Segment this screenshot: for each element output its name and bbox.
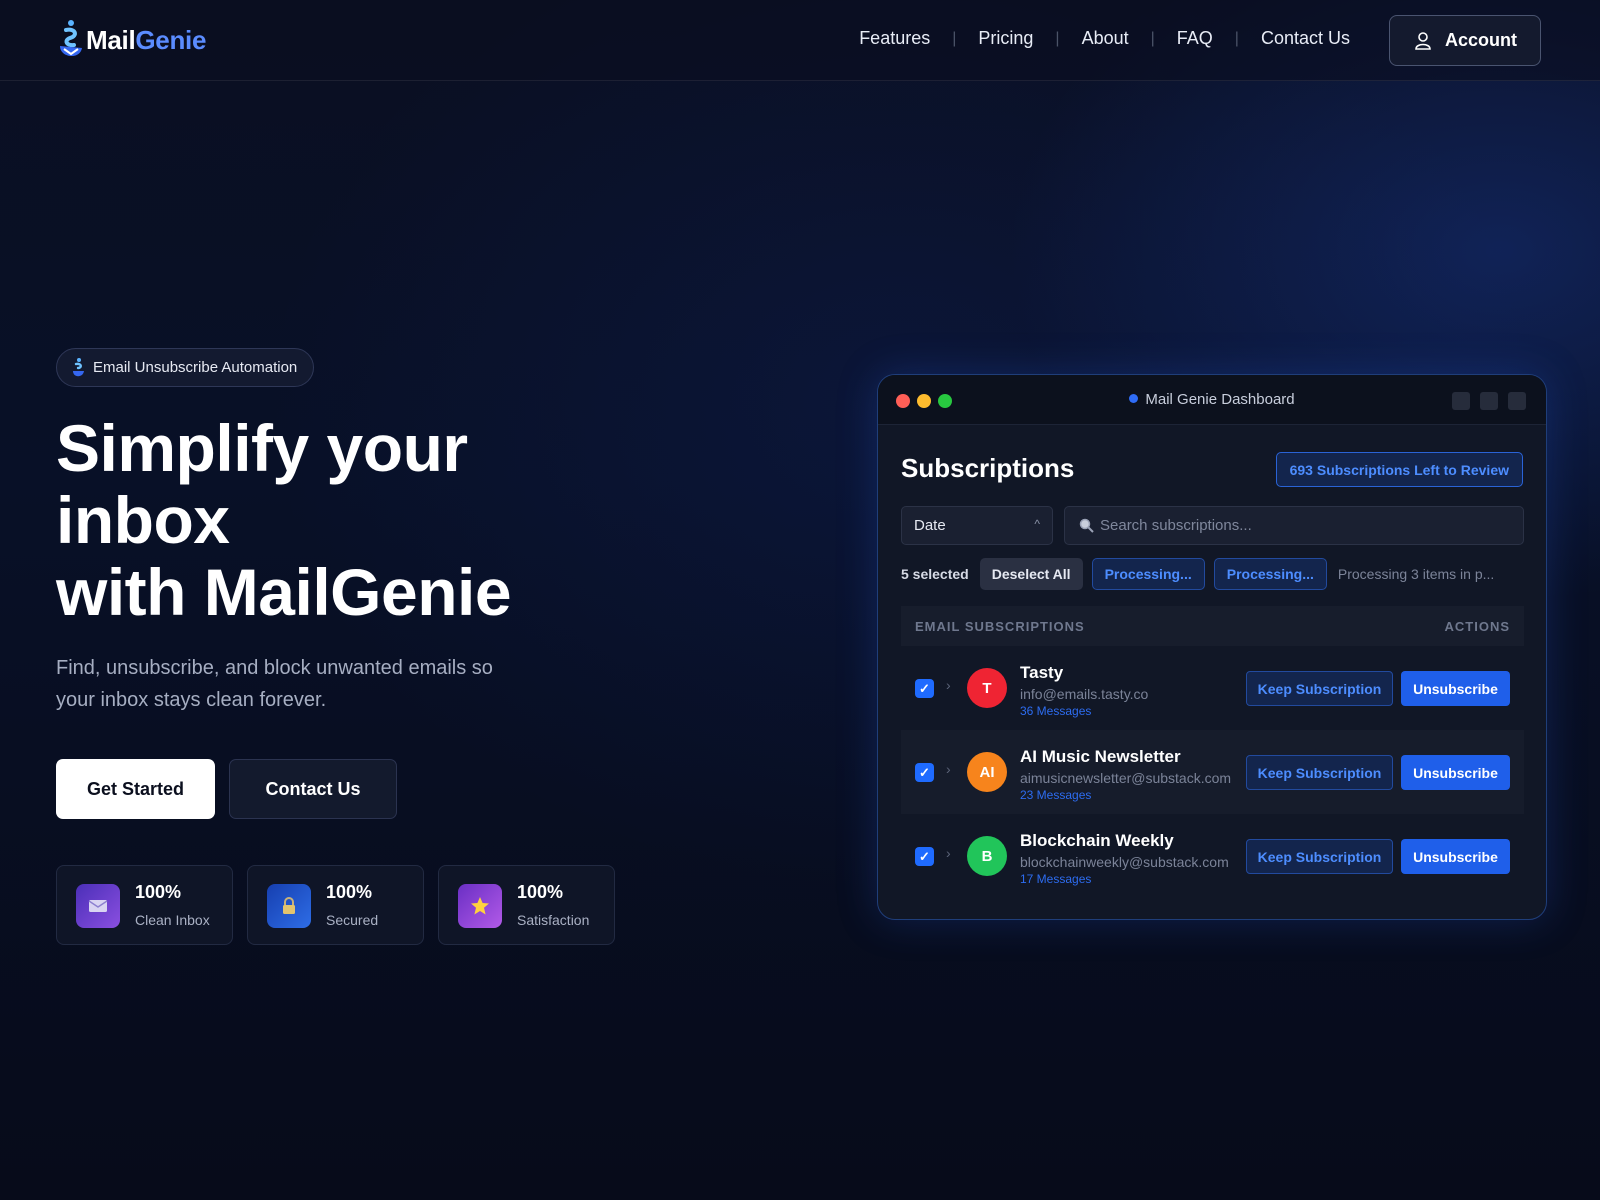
processing-button[interactable]: Processing... <box>1213 558 1327 590</box>
stat-card-secured: 100% Secured <box>247 865 424 945</box>
nav-link-features[interactable]: Features <box>859 28 930 49</box>
row-checkbox[interactable]: ✓ <box>915 679 934 698</box>
account-label: Account <box>1445 30 1517 50</box>
message-count[interactable]: 36 Messages <box>1020 704 1091 718</box>
column-header-subscriptions: EMAIL SUBSCRIPTIONS <box>915 618 1085 634</box>
hero-subtitle: Find, unsubscribe, and block unwanted em… <box>56 657 493 711</box>
window-titlebar: Mail Genie Dashboard <box>878 375 1546 425</box>
table-row: ✓ › B Blockchain Weekly blockchainweekly… <box>901 814 1524 898</box>
window-title: Mail Genie Dashboard <box>878 391 1546 408</box>
nav-links: Features | Pricing | About | FAQ | Conta… <box>859 28 1350 49</box>
table-row: ✓ › T Tasty info@emails.tasty.co 36 Mess… <box>901 646 1524 730</box>
get-started-button[interactable]: Get Started <box>56 759 215 819</box>
hero-badge-label: Email Unsubscribe Automation <box>93 359 298 376</box>
window-control-icon[interactable] <box>1452 392 1470 410</box>
table-header: EMAIL SUBSCRIPTIONS ACTIONS <box>901 606 1524 646</box>
nav-link-faq[interactable]: FAQ <box>1177 28 1213 49</box>
nav-divider: | <box>952 29 957 47</box>
status-dot-icon <box>1129 394 1139 403</box>
keep-subscription-button[interactable]: Keep Subscription <box>1246 671 1393 706</box>
processing-status: Processing 3 items in p... <box>1337 566 1495 582</box>
nav-link-contact[interactable]: Contact Us <box>1261 28 1350 49</box>
hero-badge: Email Unsubscribe Automation <box>56 348 315 387</box>
window-title-text: Mail Genie Dashboard <box>1145 391 1295 408</box>
hero-title-line: Simplify your <box>56 411 468 485</box>
chevron-up-icon: ^ <box>1034 517 1040 531</box>
processing-button[interactable]: Processing... <box>1091 558 1205 590</box>
unsubscribe-button[interactable]: Unsubscribe <box>1401 839 1510 874</box>
sender-name: Tasty <box>1020 663 1064 682</box>
nav-divider: | <box>1150 29 1155 47</box>
unsubscribe-button[interactable]: Unsubscribe <box>1401 755 1510 790</box>
window-control-icon[interactable] <box>1480 392 1498 410</box>
lock-icon <box>267 884 311 928</box>
search-input[interactable]: Search subscriptions... <box>1064 506 1524 545</box>
genie-logo-icon <box>60 20 82 57</box>
hero-title-line: inbox <box>56 483 230 557</box>
search-placeholder: Search subscriptions... <box>1100 517 1252 534</box>
window-control-icon[interactable] <box>1508 392 1526 410</box>
keep-subscription-button[interactable]: Keep Subscription <box>1246 755 1393 790</box>
hero-title: Simplify your inbox with MailGenie <box>56 412 616 628</box>
selected-count: 5 selected <box>901 566 969 582</box>
nav-link-about[interactable]: About <box>1082 28 1129 49</box>
chevron-right-icon[interactable]: › <box>946 677 951 693</box>
subscriptions-heading: Subscriptions <box>901 453 1075 483</box>
avatar: T <box>967 668 1007 708</box>
sort-select[interactable]: Date ^ <box>901 506 1053 545</box>
nav-divider: | <box>1055 29 1060 47</box>
sender-email: blockchainweekly@substack.com <box>1020 854 1229 870</box>
stat-value: 100% <box>326 882 373 902</box>
account-button[interactable]: Account <box>1389 15 1541 66</box>
stat-value: 100% <box>135 882 182 902</box>
message-count[interactable]: 23 Messages <box>1020 788 1091 802</box>
row-checkbox[interactable]: ✓ <box>915 763 934 782</box>
nav-divider: | <box>1234 29 1239 47</box>
deselect-all-button[interactable]: Deselect All <box>979 558 1083 590</box>
keep-subscription-button[interactable]: Keep Subscription <box>1246 839 1393 874</box>
contact-us-button[interactable]: Contact Us <box>229 759 397 819</box>
stat-value: 100% <box>517 882 564 902</box>
star-icon <box>458 884 502 928</box>
nav-link-pricing[interactable]: Pricing <box>978 28 1033 49</box>
bulk-actions-bar: 5 selected Deselect All Processing... Pr… <box>901 558 1494 590</box>
review-count-badge: 693 Subscriptions Left to Review <box>1275 452 1523 487</box>
chevron-right-icon[interactable]: › <box>946 845 951 861</box>
top-navbar: MailGenie Features | Pricing | About | F… <box>0 0 1600 81</box>
user-icon <box>1415 31 1431 50</box>
table-row: ✓ › AI AI Music Newsletter aimusicnewsle… <box>901 730 1524 814</box>
unsubscribe-button[interactable]: Unsubscribe <box>1401 671 1510 706</box>
column-header-actions: ACTIONS <box>1444 618 1510 634</box>
stat-card-clean-inbox: 100% Clean Inbox <box>56 865 233 945</box>
sender-email: info@emails.tasty.co <box>1020 686 1149 702</box>
avatar: B <box>967 836 1007 876</box>
sort-select-value: Date <box>914 517 946 534</box>
hero-title-line: with MailGenie <box>56 555 512 629</box>
stat-label: Secured <box>326 912 379 928</box>
brand-logo[interactable]: MailGenie <box>56 18 206 62</box>
row-checkbox[interactable]: ✓ <box>915 847 934 866</box>
genie-icon <box>73 357 84 376</box>
brand-name: MailGenie <box>86 24 207 55</box>
dashboard-window: Mail Genie Dashboard Subscriptions 693 S… <box>877 374 1547 920</box>
avatar: AI <box>967 752 1007 792</box>
sender-name: AI Music Newsletter <box>1020 747 1181 766</box>
search-icon <box>1079 518 1094 533</box>
stat-label: Satisfaction <box>517 912 590 928</box>
sender-email: aimusicnewsletter@substack.com <box>1020 770 1232 786</box>
stat-label: Clean Inbox <box>135 912 210 928</box>
stat-card-satisfaction: 100% Satisfaction <box>438 865 615 945</box>
sender-name: Blockchain Weekly <box>1020 831 1174 850</box>
message-count[interactable]: 17 Messages <box>1020 872 1091 886</box>
envelope-icon <box>76 884 120 928</box>
chevron-right-icon[interactable]: › <box>946 761 951 777</box>
